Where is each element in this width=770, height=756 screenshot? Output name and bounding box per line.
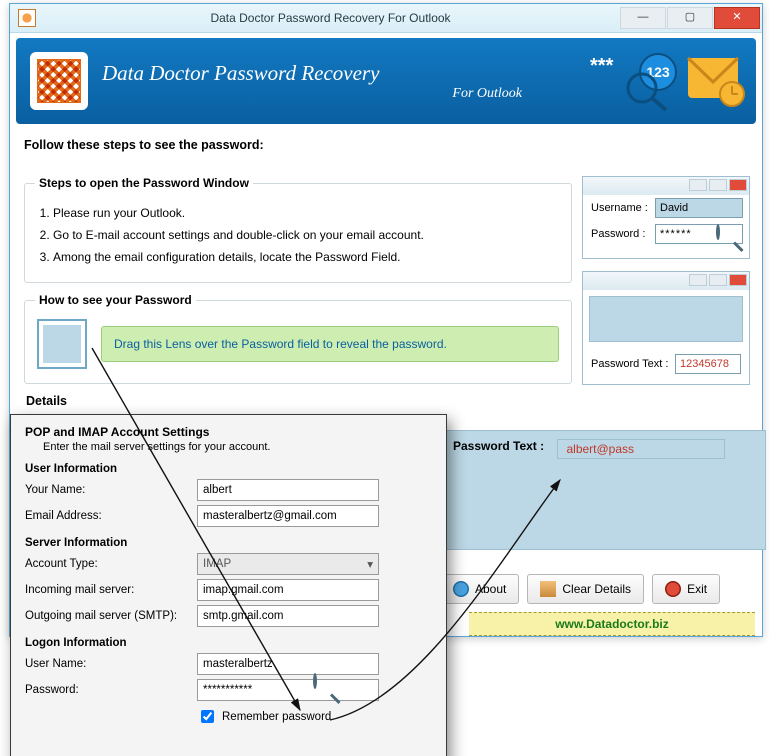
app-icon — [18, 9, 36, 27]
your-name-label: Your Name: — [25, 484, 197, 496]
password-text-value: albert@pass — [557, 439, 725, 459]
user-info-heading: User Information — [25, 463, 432, 475]
minimize-button[interactable]: — — [620, 7, 666, 29]
password-text-panel: Password Text : albert@pass — [442, 430, 766, 550]
website-url[interactable]: www.Datadoctor.biz — [469, 612, 755, 636]
follow-heading: Follow these steps to see the password: — [24, 138, 748, 152]
magnifier-icon — [716, 223, 746, 253]
info-icon — [453, 581, 469, 597]
password-text-label: Password Text : — [453, 439, 544, 453]
close-icon — [665, 581, 681, 597]
lens-draggable[interactable] — [37, 319, 87, 369]
demo-login-pane: Username : David Password : ****** — [582, 176, 750, 259]
password-input[interactable] — [197, 679, 379, 701]
steps-legend: Steps to open the Password Window — [35, 176, 253, 190]
remember-password-label: Remember password — [222, 711, 331, 723]
demo-result-label: Password Text : — [591, 358, 675, 370]
titlebar[interactable]: Data Doctor Password Recovery For Outloo… — [10, 4, 762, 33]
details-legend: Details — [26, 394, 572, 408]
exit-button[interactable]: Exit — [652, 574, 720, 604]
remember-password-checkbox[interactable] — [201, 710, 214, 723]
demo-password-label: Password : — [591, 228, 655, 240]
incoming-label: Incoming mail server: — [25, 584, 197, 596]
about-button[interactable]: About — [440, 574, 519, 604]
stars-icon: *** — [590, 55, 614, 77]
demo-password-value: ****** — [655, 224, 743, 244]
demo-username-value: David — [655, 198, 743, 218]
dialog-title: POP and IMAP Account Settings — [25, 425, 432, 439]
close-button[interactable]: ✕ — [714, 7, 760, 29]
email-input[interactable] — [197, 505, 379, 527]
incoming-input[interactable] — [197, 579, 379, 601]
step-1: Please run your Outlook. — [53, 206, 561, 220]
email-label: Email Address: — [25, 510, 197, 522]
clear-details-button[interactable]: Clear Details — [527, 574, 644, 604]
demo-result-value: 12345678 — [675, 354, 741, 374]
how-legend: How to see your Password — [35, 293, 196, 307]
how-group: How to see your Password Drag this Lens … — [24, 293, 572, 384]
your-name-input[interactable] — [197, 479, 379, 501]
about-label: About — [475, 582, 506, 596]
maximize-button[interactable]: ▢ — [667, 7, 713, 29]
drag-hint: Drag this Lens over the Password field t… — [101, 326, 559, 362]
magnifier-icon[interactable] — [313, 675, 343, 705]
account-type-select[interactable]: IMAP ▾ — [197, 553, 379, 575]
outlook-settings-dialog: POP and IMAP Account Settings Enter the … — [10, 414, 447, 756]
password-label: Password: — [25, 684, 197, 696]
chevron-down-icon: ▾ — [367, 557, 373, 571]
account-type-label: Account Type: — [25, 558, 197, 570]
step-3: Among the email configuration details, l… — [53, 250, 561, 264]
exit-label: Exit — [687, 582, 707, 596]
brand-logo — [30, 52, 88, 110]
outgoing-input[interactable] — [197, 605, 379, 627]
user-name-label: User Name: — [25, 658, 197, 670]
demo-result-pane: Password Text : 12345678 — [582, 271, 750, 385]
server-info-heading: Server Information — [25, 537, 432, 549]
outgoing-label: Outgoing mail server (SMTP): — [25, 610, 197, 622]
steps-group: Steps to open the Password Window Please… — [24, 176, 572, 283]
logon-info-heading: Logon Information — [25, 637, 432, 649]
header-banner: Data Doctor Password Recovery For Outloo… — [16, 38, 756, 124]
window-title: Data Doctor Password Recovery For Outloo… — [42, 11, 619, 25]
clear-label: Clear Details — [562, 582, 631, 596]
demo-username-label: Username : — [591, 202, 655, 214]
step-2: Go to E-mail account settings and double… — [53, 228, 561, 242]
header-graphic: *** 123 — [586, 44, 746, 118]
user-name-input[interactable] — [197, 653, 379, 675]
broom-icon — [540, 581, 556, 597]
dialog-subtitle: Enter the mail server settings for your … — [43, 441, 432, 453]
